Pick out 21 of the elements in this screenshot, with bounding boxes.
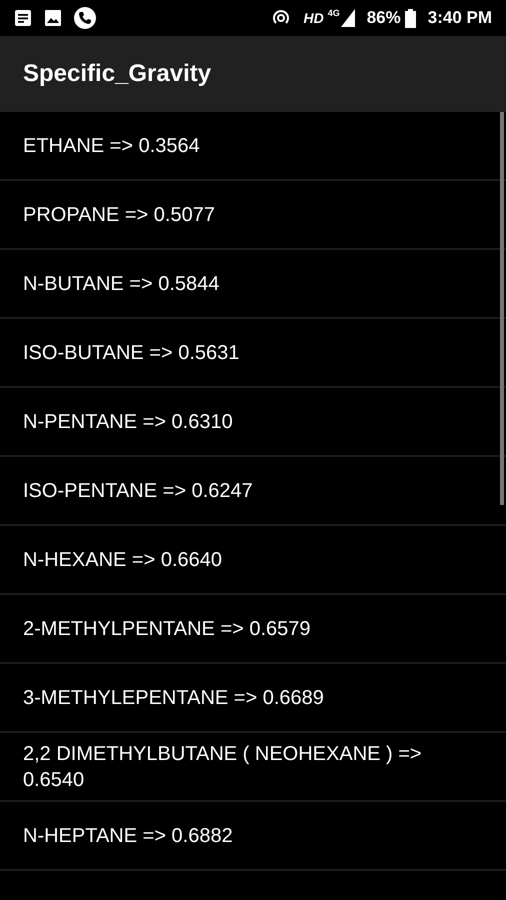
list-item[interactable]: N-HEXANE => 0.6640 — [23, 546, 222, 572]
phone-icon — [74, 7, 96, 29]
list-item[interactable]: 2-METHYLPENTANE => 0.6579 — [23, 616, 311, 642]
signal-icon — [340, 9, 355, 27]
battery-icon — [404, 8, 416, 28]
message-icon — [14, 9, 32, 27]
list-item[interactable]: 2,2 DIMETHYLBUTANE ( NEOHEXANE ) => 0.6540 — [23, 740, 426, 792]
list-item[interactable]: ISO-BUTANE => 0.5631 — [23, 340, 240, 366]
list-item[interactable]: N-BUTANE => 0.5844 — [23, 270, 220, 296]
app-title: Specific_Gravity — [23, 59, 212, 89]
list-item[interactable]: PROPANE => 0.5077 — [23, 202, 215, 228]
network-type-label: 4G — [328, 9, 340, 18]
list-item[interactable]: 3-METHYLEPENTANE => 0.6689 — [23, 684, 324, 710]
clock: 3:40 PM — [428, 7, 492, 30]
image-icon — [44, 9, 62, 27]
network-label: HD — [303, 8, 324, 28]
battery-label: 86% — [366, 7, 401, 30]
list-item[interactable]: ISO-PENTANE => 0.6247 — [23, 478, 253, 504]
list-item[interactable]: N-PENTANE => 0.6310 — [23, 408, 233, 434]
list-item[interactable]: ETHANE => 0.3564 — [23, 132, 200, 158]
list-item[interactable]: N-HEPTANE => 0.6882 — [23, 822, 233, 848]
